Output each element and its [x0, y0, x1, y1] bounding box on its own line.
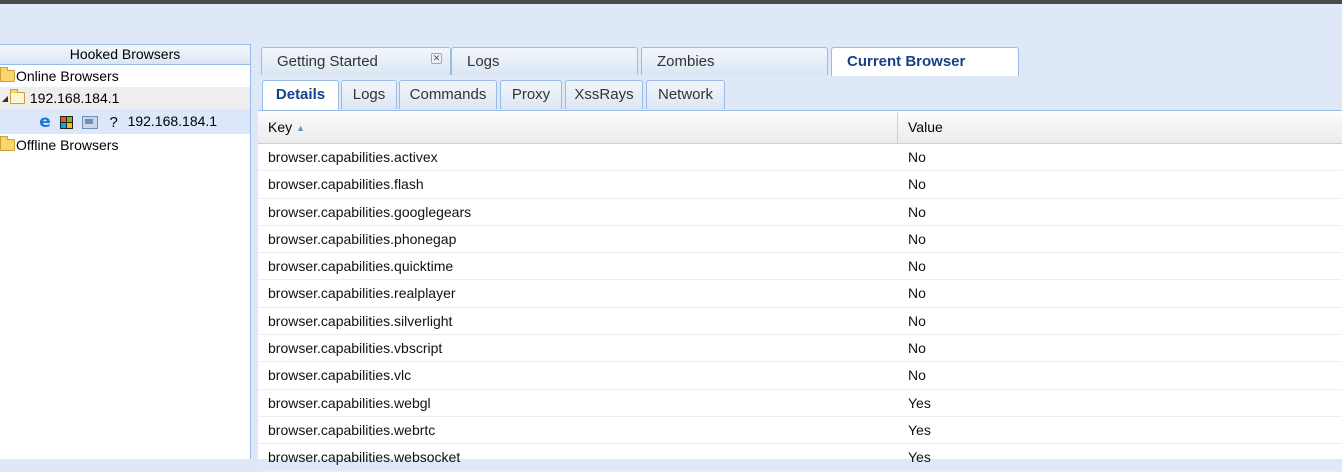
panel-title: Hooked Browsers: [0, 44, 250, 65]
tab-label: Logs: [467, 53, 500, 70]
open-folder-icon: [10, 89, 25, 105]
tab-label: Current Browser: [847, 53, 966, 70]
table-row[interactable]: browser.capabilities.silverlight No: [258, 308, 1342, 336]
windows-os-icon: [59, 115, 73, 129]
tree-browser-node[interactable]: e ? 192.168.184.1: [0, 109, 250, 134]
subtab-label: Proxy: [511, 86, 551, 103]
key-header-label: Key: [268, 119, 293, 135]
subtab-commands[interactable]: Commands: [399, 80, 497, 109]
subtab-label: Commands: [409, 86, 487, 103]
row-key: browser.capabilities.googlegears: [268, 203, 472, 220]
row-value: No: [908, 285, 926, 302]
table-row[interactable]: browser.capabilities.websocket Yes: [258, 444, 1342, 472]
subtab-network[interactable]: Network: [646, 80, 725, 109]
details-grid: Key ▲ Value browser.capabilities.activex N…: [258, 112, 1342, 472]
row-value: Yes: [908, 394, 931, 411]
row-value: No: [908, 176, 926, 193]
row-value: No: [908, 149, 926, 165]
row-key: browser.capabilities.phonegap: [268, 230, 457, 247]
expand-triangle-icon[interactable]: ◢: [0, 88, 10, 110]
subtab-xssrays[interactable]: XssRays: [565, 80, 643, 109]
sort-ascending-icon: ▲: [296, 122, 306, 133]
row-key: browser.capabilities.vbscript: [268, 340, 443, 357]
table-row[interactable]: browser.capabilities.googlegears No: [258, 199, 1342, 226]
hardware-icon: [81, 115, 98, 129]
row-value: No: [908, 258, 926, 275]
main-tabstrip: Getting Started ✕ Logs Zombies Current B…: [258, 44, 1342, 77]
main-panel: Getting Started ✕ Logs Zombies Current B…: [258, 44, 1342, 472]
tab-zombies[interactable]: Zombies: [641, 47, 828, 75]
host-label: 192.168.184.1: [29, 90, 120, 106]
row-key: browser.capabilities.flash: [268, 176, 424, 193]
subtab-logs[interactable]: Logs: [341, 80, 397, 109]
folder-icon: [0, 136, 15, 152]
row-value: No: [908, 367, 926, 384]
subtab-label: Details: [275, 86, 326, 103]
row-value: No: [908, 340, 926, 357]
folder-icon: [0, 67, 15, 83]
value-column-header[interactable]: Value: [899, 112, 1342, 143]
row-value: Yes: [908, 421, 931, 438]
ie-browser-icon: e: [39, 111, 51, 132]
table-row[interactable]: browser.capabilities.quicktime No: [258, 253, 1342, 281]
table-row[interactable]: browser.capabilities.phonegap No: [258, 226, 1342, 254]
table-row[interactable]: browser.capabilities.flash No: [258, 171, 1342, 199]
table-row[interactable]: browser.capabilities.webrtc Yes: [258, 417, 1342, 445]
row-key: browser.capabilities.activex: [268, 149, 438, 165]
subtab-label: Network: [657, 86, 713, 103]
grid-body: browser.capabilities.activex No browser.ca…: [258, 144, 1342, 472]
browser-subtabstrip: Details Logs Commands Proxy XssRays Netw…: [258, 76, 1342, 111]
row-value: No: [908, 203, 926, 220]
tab-current-browser[interactable]: Current Browser: [831, 47, 1019, 77]
tree-host-node[interactable]: ◢ 192.168.184.1: [0, 87, 250, 109]
row-value: No: [908, 312, 926, 329]
tab-getting-started[interactable]: Getting Started ✕: [261, 47, 451, 75]
subtab-label: XssRays: [574, 86, 634, 103]
tree-online-browsers[interactable]: Online Browsers: [0, 65, 250, 87]
row-value: Yes: [908, 449, 931, 466]
value-header-label: Value: [908, 119, 943, 135]
key-column-header[interactable]: Key ▲: [258, 112, 898, 143]
close-icon[interactable]: ✕: [431, 53, 442, 64]
subtab-details[interactable]: Details: [262, 80, 339, 110]
table-row[interactable]: browser.capabilities.vbscript No: [258, 335, 1342, 363]
table-row[interactable]: browser.capabilities.vlc No: [258, 362, 1342, 390]
tab-label: Getting Started: [277, 53, 378, 70]
table-row[interactable]: browser.capabilities.webgl Yes: [258, 390, 1342, 417]
app-header: [0, 4, 1342, 44]
row-key: browser.capabilities.webrtc: [268, 421, 436, 438]
row-key: browser.capabilities.websocket: [268, 449, 461, 466]
table-row[interactable]: browser.capabilities.activex No: [258, 144, 1342, 172]
row-key: browser.capabilities.silverlight: [268, 312, 453, 329]
browser-ip-label: 192.168.184.1: [127, 113, 218, 129]
subtab-proxy[interactable]: Proxy: [500, 80, 562, 109]
table-row[interactable]: browser.capabilities.realplayer No: [258, 280, 1342, 308]
row-key: browser.capabilities.vlc: [268, 367, 412, 384]
offline-browsers-label: Offline Browsers: [16, 137, 119, 153]
tab-logs[interactable]: Logs: [451, 47, 638, 75]
unknown-icon: ?: [109, 113, 118, 131]
online-browsers-label: Online Browsers: [16, 68, 119, 84]
row-key: browser.capabilities.realplayer: [268, 285, 456, 302]
row-key: browser.capabilities.quicktime: [268, 258, 454, 275]
row-key: browser.capabilities.webgl: [268, 394, 431, 411]
subtab-label: Logs: [352, 86, 386, 103]
tab-label: Zombies: [657, 53, 715, 70]
grid-header: Key ▲ Value: [258, 112, 1342, 144]
hooked-browsers-panel: Hooked Browsers Online Browsers ◢ 192.16…: [0, 44, 251, 459]
tree-offline-browsers[interactable]: Offline Browsers: [0, 134, 250, 156]
row-value: No: [908, 230, 926, 247]
